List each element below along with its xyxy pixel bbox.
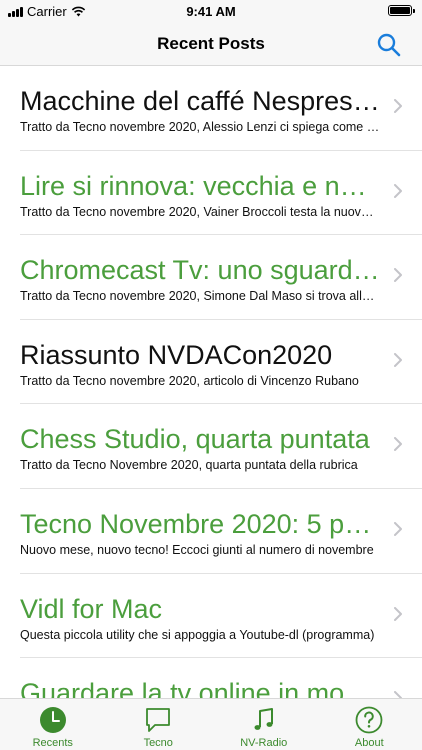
page-title: Recent Posts xyxy=(157,34,265,53)
battery-icon xyxy=(388,5,415,16)
app-screen: Carrier 9:41 AM Recent Posts Macchine de… xyxy=(0,0,422,750)
post-subtitle: Tratto da Tecno novembre 2020, Simone Da… xyxy=(20,289,380,304)
tab-tecno[interactable]: Tecno xyxy=(106,699,212,750)
tab-nv-radio[interactable]: NV-Radio xyxy=(211,699,317,750)
status-bar: Carrier 9:41 AM xyxy=(0,0,422,22)
post-title: Tecno Novembre 2020: 5 punti di vista xyxy=(20,508,380,539)
chevron-right-icon xyxy=(394,352,402,367)
status-time: 9:41 AM xyxy=(186,4,236,19)
post-subtitle: Tratto da Tecno novembre 2020, Alessio L… xyxy=(20,120,380,134)
list-item[interactable]: Lire si rinnova: vecchia e nuova version… xyxy=(20,151,422,236)
post-subtitle: Nuovo mese, nuovo tecno! Eccoci giunti a… xyxy=(20,542,374,557)
list-item[interactable]: Vidl for Mac Questa piccola utility che … xyxy=(20,574,422,659)
music-note-icon xyxy=(254,708,273,730)
list-item[interactable]: Macchine del caffé Nespresso: guida Trat… xyxy=(20,66,422,151)
chevron-right-icon xyxy=(394,437,402,452)
chevron-right-icon xyxy=(394,521,402,536)
chevron-right-icon xyxy=(394,183,402,198)
post-subtitle: Tratto da Tecno novembre 2020, articolo … xyxy=(20,373,359,388)
tab-recents[interactable]: Recents xyxy=(0,699,106,750)
chevron-right-icon xyxy=(394,606,402,621)
post-title: Chromecast Tv: uno sguardo ravvicinato xyxy=(20,255,380,286)
posts-list[interactable]: Macchine del caffé Nespresso: guida Trat… xyxy=(0,66,422,698)
post-subtitle: Tratto da Tecno novembre 2020, Vainer Br… xyxy=(20,204,380,219)
tab-label: About xyxy=(354,737,384,749)
post-title: Riassunto NVDACon2020 xyxy=(20,339,333,370)
list-item[interactable]: Chromecast Tv: uno sguardo ravvicinato T… xyxy=(20,235,422,320)
list-item[interactable]: Guardare la tv online in modo accessibil… xyxy=(20,658,422,698)
list-item[interactable]: Riassunto NVDACon2020 Tratto da Tecno no… xyxy=(20,320,422,405)
tab-bar: Recents Tecno NV-Radio About xyxy=(0,698,422,750)
tab-label: NV-Radio xyxy=(240,737,288,749)
clock-icon xyxy=(39,707,66,733)
post-subtitle: Tratto da Tecno Novembre 2020, quarta pu… xyxy=(20,458,358,473)
chevron-right-icon xyxy=(394,99,402,113)
tab-about[interactable]: About xyxy=(317,699,422,750)
tab-label: Recents xyxy=(32,737,73,749)
chevron-right-icon xyxy=(394,268,402,283)
tab-label: Tecno xyxy=(143,737,173,749)
navigation-bar: Recent Posts xyxy=(0,22,422,66)
chevron-right-icon xyxy=(394,691,402,698)
post-title: Chess Studio, quarta puntata xyxy=(20,424,370,455)
search-icon[interactable] xyxy=(376,32,402,58)
list-item[interactable]: Chess Studio, quarta puntata Tratto da T… xyxy=(20,404,422,489)
list-item[interactable]: Tecno Novembre 2020: 5 punti di vista Nu… xyxy=(20,489,422,574)
post-subtitle: Questa piccola utility che si appoggia a… xyxy=(20,627,375,642)
post-title: Lire si rinnova: vecchia e nuova version… xyxy=(20,170,380,201)
post-title: Vidl for Mac xyxy=(20,593,163,624)
question-mark-icon xyxy=(355,706,383,734)
chat-bubble-icon xyxy=(146,708,171,732)
post-title: Macchine del caffé Nespresso: guida xyxy=(20,86,380,116)
post-title: Guardare la tv online in modo accessibil… xyxy=(20,678,380,698)
